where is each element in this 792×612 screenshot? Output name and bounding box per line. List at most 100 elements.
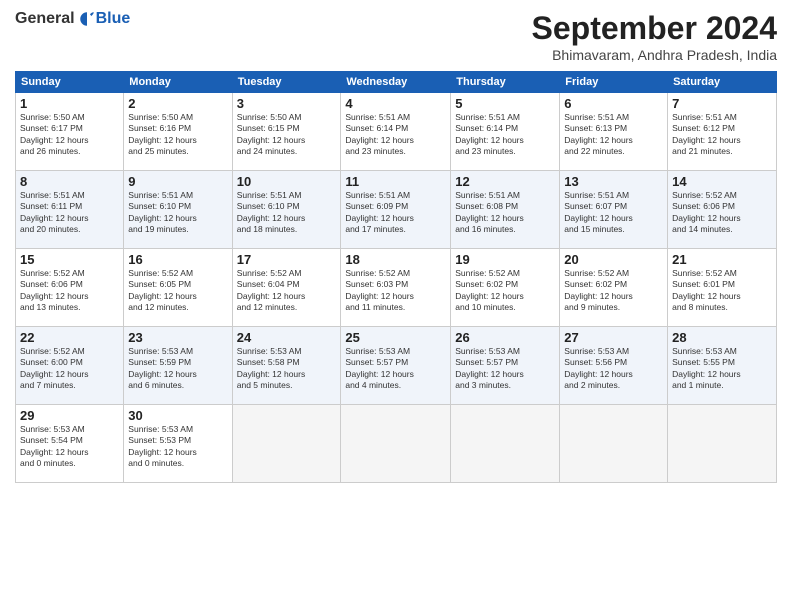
calendar-cell: 10Sunrise: 5:51 AM Sunset: 6:10 PM Dayli… xyxy=(232,171,341,249)
day-number: 25 xyxy=(345,330,446,345)
day-info: Sunrise: 5:51 AM Sunset: 6:10 PM Dayligh… xyxy=(237,190,337,236)
day-number: 29 xyxy=(20,408,119,423)
day-number: 30 xyxy=(128,408,227,423)
day-number: 1 xyxy=(20,96,119,111)
day-info: Sunrise: 5:51 AM Sunset: 6:14 PM Dayligh… xyxy=(345,112,446,158)
day-info: Sunrise: 5:53 AM Sunset: 5:53 PM Dayligh… xyxy=(128,424,227,470)
calendar-table: SundayMondayTuesdayWednesdayThursdayFrid… xyxy=(15,71,777,483)
calendar-header-tuesday: Tuesday xyxy=(232,72,341,93)
day-info: Sunrise: 5:51 AM Sunset: 6:14 PM Dayligh… xyxy=(455,112,555,158)
title-block: September 2024 Bhimavaram, Andhra Prades… xyxy=(532,10,777,63)
day-number: 27 xyxy=(564,330,663,345)
day-info: Sunrise: 5:52 AM Sunset: 6:04 PM Dayligh… xyxy=(237,268,337,314)
calendar-cell: 7Sunrise: 5:51 AM Sunset: 6:12 PM Daylig… xyxy=(668,93,777,171)
day-info: Sunrise: 5:52 AM Sunset: 6:02 PM Dayligh… xyxy=(564,268,663,314)
day-info: Sunrise: 5:53 AM Sunset: 5:57 PM Dayligh… xyxy=(455,346,555,392)
day-number: 14 xyxy=(672,174,772,189)
logo: General Blue xyxy=(15,10,130,28)
logo-text: General Blue xyxy=(15,10,130,28)
calendar-cell: 21Sunrise: 5:52 AM Sunset: 6:01 PM Dayli… xyxy=(668,249,777,327)
day-number: 23 xyxy=(128,330,227,345)
calendar-cell: 19Sunrise: 5:52 AM Sunset: 6:02 PM Dayli… xyxy=(451,249,560,327)
day-number: 3 xyxy=(237,96,337,111)
day-number: 11 xyxy=(345,174,446,189)
day-info: Sunrise: 5:51 AM Sunset: 6:10 PM Dayligh… xyxy=(128,190,227,236)
day-number: 2 xyxy=(128,96,227,111)
calendar-cell: 3Sunrise: 5:50 AM Sunset: 6:15 PM Daylig… xyxy=(232,93,341,171)
calendar-header-wednesday: Wednesday xyxy=(341,72,451,93)
day-info: Sunrise: 5:53 AM Sunset: 5:56 PM Dayligh… xyxy=(564,346,663,392)
day-info: Sunrise: 5:52 AM Sunset: 6:03 PM Dayligh… xyxy=(345,268,446,314)
calendar-week-row: 29Sunrise: 5:53 AM Sunset: 5:54 PM Dayli… xyxy=(16,405,777,483)
calendar-cell: 13Sunrise: 5:51 AM Sunset: 6:07 PM Dayli… xyxy=(560,171,668,249)
day-info: Sunrise: 5:51 AM Sunset: 6:08 PM Dayligh… xyxy=(455,190,555,236)
day-number: 18 xyxy=(345,252,446,267)
day-number: 19 xyxy=(455,252,555,267)
day-info: Sunrise: 5:50 AM Sunset: 6:15 PM Dayligh… xyxy=(237,112,337,158)
day-number: 12 xyxy=(455,174,555,189)
day-info: Sunrise: 5:53 AM Sunset: 5:59 PM Dayligh… xyxy=(128,346,227,392)
day-number: 5 xyxy=(455,96,555,111)
calendar-cell: 9Sunrise: 5:51 AM Sunset: 6:10 PM Daylig… xyxy=(124,171,232,249)
day-number: 26 xyxy=(455,330,555,345)
calendar-cell: 30Sunrise: 5:53 AM Sunset: 5:53 PM Dayli… xyxy=(124,405,232,483)
calendar-cell: 24Sunrise: 5:53 AM Sunset: 5:58 PM Dayli… xyxy=(232,327,341,405)
calendar-cell xyxy=(560,405,668,483)
calendar-cell: 4Sunrise: 5:51 AM Sunset: 6:14 PM Daylig… xyxy=(341,93,451,171)
day-info: Sunrise: 5:51 AM Sunset: 6:13 PM Dayligh… xyxy=(564,112,663,158)
calendar-cell: 23Sunrise: 5:53 AM Sunset: 5:59 PM Dayli… xyxy=(124,327,232,405)
header: General Blue September 2024 Bhimavaram, … xyxy=(15,10,777,63)
day-number: 10 xyxy=(237,174,337,189)
day-info: Sunrise: 5:52 AM Sunset: 6:05 PM Dayligh… xyxy=(128,268,227,314)
calendar-cell: 14Sunrise: 5:52 AM Sunset: 6:06 PM Dayli… xyxy=(668,171,777,249)
calendar-cell: 29Sunrise: 5:53 AM Sunset: 5:54 PM Dayli… xyxy=(16,405,124,483)
day-number: 21 xyxy=(672,252,772,267)
day-info: Sunrise: 5:52 AM Sunset: 6:02 PM Dayligh… xyxy=(455,268,555,314)
calendar-header-sunday: Sunday xyxy=(16,72,124,93)
day-number: 7 xyxy=(672,96,772,111)
day-info: Sunrise: 5:51 AM Sunset: 6:12 PM Dayligh… xyxy=(672,112,772,158)
day-info: Sunrise: 5:53 AM Sunset: 5:57 PM Dayligh… xyxy=(345,346,446,392)
day-number: 22 xyxy=(20,330,119,345)
day-number: 24 xyxy=(237,330,337,345)
day-number: 4 xyxy=(345,96,446,111)
day-info: Sunrise: 5:53 AM Sunset: 5:58 PM Dayligh… xyxy=(237,346,337,392)
calendar-cell: 25Sunrise: 5:53 AM Sunset: 5:57 PM Dayli… xyxy=(341,327,451,405)
day-number: 16 xyxy=(128,252,227,267)
logo-blue: Blue xyxy=(96,10,131,28)
calendar-cell: 2Sunrise: 5:50 AM Sunset: 6:16 PM Daylig… xyxy=(124,93,232,171)
calendar-cell xyxy=(668,405,777,483)
calendar-cell xyxy=(451,405,560,483)
calendar-header-monday: Monday xyxy=(124,72,232,93)
calendar-header-thursday: Thursday xyxy=(451,72,560,93)
day-number: 20 xyxy=(564,252,663,267)
day-number: 17 xyxy=(237,252,337,267)
calendar-cell: 22Sunrise: 5:52 AM Sunset: 6:00 PM Dayli… xyxy=(16,327,124,405)
logo-general: General xyxy=(15,10,75,28)
calendar-cell: 18Sunrise: 5:52 AM Sunset: 6:03 PM Dayli… xyxy=(341,249,451,327)
calendar-cell-day-1: 1Sunrise: 5:50 AM Sunset: 6:17 PM Daylig… xyxy=(16,93,124,171)
calendar-header-row: SundayMondayTuesdayWednesdayThursdayFrid… xyxy=(16,72,777,93)
day-info: Sunrise: 5:53 AM Sunset: 5:54 PM Dayligh… xyxy=(20,424,119,470)
calendar-cell: 11Sunrise: 5:51 AM Sunset: 6:09 PM Dayli… xyxy=(341,171,451,249)
day-info: Sunrise: 5:52 AM Sunset: 6:01 PM Dayligh… xyxy=(672,268,772,314)
calendar-cell: 12Sunrise: 5:51 AM Sunset: 6:08 PM Dayli… xyxy=(451,171,560,249)
calendar-cell: 8Sunrise: 5:51 AM Sunset: 6:11 PM Daylig… xyxy=(16,171,124,249)
logo-bird-icon xyxy=(78,10,96,28)
calendar-cell: 28Sunrise: 5:53 AM Sunset: 5:55 PM Dayli… xyxy=(668,327,777,405)
day-number: 13 xyxy=(564,174,663,189)
calendar-cell: 27Sunrise: 5:53 AM Sunset: 5:56 PM Dayli… xyxy=(560,327,668,405)
day-number: 8 xyxy=(20,174,119,189)
calendar-cell: 15Sunrise: 5:52 AM Sunset: 6:06 PM Dayli… xyxy=(16,249,124,327)
calendar-cell: 6Sunrise: 5:51 AM Sunset: 6:13 PM Daylig… xyxy=(560,93,668,171)
calendar-cell: 5Sunrise: 5:51 AM Sunset: 6:14 PM Daylig… xyxy=(451,93,560,171)
calendar-cell: 17Sunrise: 5:52 AM Sunset: 6:04 PM Dayli… xyxy=(232,249,341,327)
page: General Blue September 2024 Bhimavaram, … xyxy=(0,0,792,612)
day-number: 6 xyxy=(564,96,663,111)
calendar-cell: 20Sunrise: 5:52 AM Sunset: 6:02 PM Dayli… xyxy=(560,249,668,327)
day-info: Sunrise: 5:52 AM Sunset: 6:00 PM Dayligh… xyxy=(20,346,119,392)
calendar-header-friday: Friday xyxy=(560,72,668,93)
location: Bhimavaram, Andhra Pradesh, India xyxy=(532,47,777,63)
day-info: Sunrise: 5:52 AM Sunset: 6:06 PM Dayligh… xyxy=(20,268,119,314)
day-number: 28 xyxy=(672,330,772,345)
